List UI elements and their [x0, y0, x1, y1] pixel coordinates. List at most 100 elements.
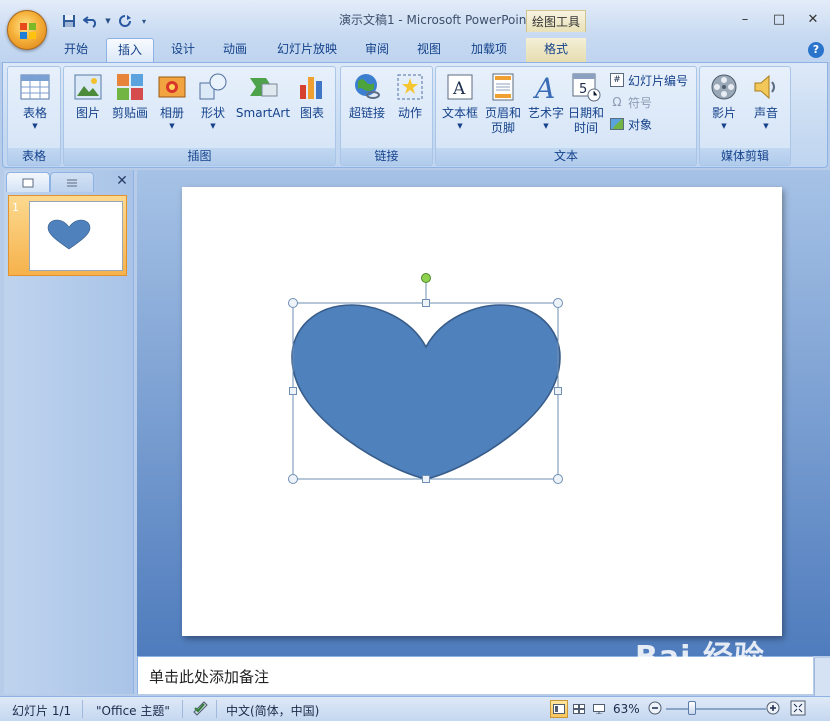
clipart-button[interactable]: 剪贴画 [108, 71, 152, 121]
slide-thumbnail-number: 1 [12, 201, 19, 214]
object-icon [610, 118, 624, 130]
datetime-button[interactable]: 5 日期和时间 [568, 71, 604, 136]
film-reel-icon [708, 71, 740, 103]
textbox-label: 文本框 [441, 106, 478, 120]
status-divider [216, 700, 217, 718]
action-button[interactable]: 动作 [391, 71, 429, 121]
resize-handle-bottom-right[interactable] [553, 474, 563, 484]
zoom-in-icon[interactable] [766, 701, 780, 718]
zoom-slider-track[interactable] [666, 708, 766, 710]
normal-view-icon [553, 704, 565, 714]
help-icon[interactable]: ? [808, 42, 824, 58]
action-icon [394, 71, 426, 103]
tab-animation[interactable]: 动画 [212, 38, 258, 62]
smartart-icon [247, 71, 279, 103]
ribbon-tabs: 开始 插入 设计 动画 幻灯片放映 审阅 视图 加载项 格式 [0, 38, 830, 62]
header-footer-button[interactable]: 页眉和页脚 [482, 71, 524, 136]
resize-handle-bottom[interactable] [422, 475, 430, 483]
slide-canvas[interactable] [182, 187, 782, 636]
close-panel-icon[interactable]: ✕ [114, 173, 130, 189]
resize-handle-top[interactable] [422, 299, 430, 307]
chart-label: 图表 [299, 106, 324, 120]
smartart-button[interactable]: SmartArt [234, 71, 292, 121]
group-label-illustrations: 插图 [64, 148, 335, 165]
maximize-button[interactable]: □ [762, 8, 796, 30]
album-button[interactable]: 相册 ▼ [154, 71, 190, 131]
symbol-button[interactable]: Ω 符号 [610, 93, 652, 111]
dropdown-arrow-icon: ▼ [32, 122, 38, 130]
shapes-button[interactable]: 形状 ▼ [194, 71, 232, 131]
slide-number-button[interactable]: # 幻灯片编号 [610, 71, 688, 89]
language[interactable]: 中文(简体，中国) [226, 702, 319, 719]
baidu-jingyan-watermark: Bai 经验 [635, 640, 765, 675]
picture-button[interactable]: 图片 [70, 71, 106, 121]
tab-format[interactable]: 格式 [526, 38, 586, 62]
resize-handle-top-right[interactable] [553, 298, 563, 308]
textbox-icon: A [444, 71, 476, 103]
minimize-button[interactable]: – [728, 8, 762, 30]
tab-design[interactable]: 设计 [160, 38, 206, 62]
tab-review[interactable]: 审阅 [354, 38, 400, 62]
heart-shape[interactable] [291, 304, 561, 480]
hyperlink-label: 超链接 [348, 106, 385, 120]
drawing-tools-context-label: 绘图工具 [526, 10, 586, 32]
album-label: 相册 [159, 106, 184, 120]
notes-scrollbar[interactable] [814, 658, 830, 696]
dropdown-arrow-icon: ▼ [721, 122, 727, 130]
svg-text:A: A [532, 72, 555, 102]
table-icon [19, 71, 51, 103]
watermark-url: jingyan.baidu.com [660, 676, 762, 689]
hyperlink-button[interactable]: 超链接 [345, 71, 389, 121]
zoom-out-icon[interactable] [648, 701, 662, 718]
movie-button[interactable]: 影片 ▼ [704, 71, 744, 131]
office-button[interactable] [7, 10, 47, 50]
clipart-icon [114, 71, 146, 103]
normal-view-button[interactable] [550, 700, 568, 718]
group-label-table: 表格 [8, 148, 60, 165]
clipart-label: 剪贴画 [111, 106, 148, 120]
close-button[interactable]: ✕ [796, 8, 830, 30]
slide-number-icon: # [610, 73, 624, 87]
slideshow-icon [593, 704, 605, 714]
rotate-handle[interactable] [421, 273, 431, 283]
resize-handle-bottom-left[interactable] [288, 474, 298, 484]
slides-tab[interactable] [6, 172, 50, 192]
theme-name: "Office 主题" [96, 704, 170, 718]
hyperlink-icon [351, 71, 383, 103]
wordart-label: 艺术字 [527, 106, 564, 120]
chart-button[interactable]: 图表 [294, 71, 330, 121]
resize-handle-top-left[interactable] [288, 298, 298, 308]
slide-count: 幻灯片 1/1 [12, 704, 72, 718]
tab-slideshow[interactable]: 幻灯片放映 [266, 38, 348, 62]
slideshow-view-button[interactable] [590, 700, 608, 718]
object-button[interactable]: 对象 [610, 115, 652, 133]
tab-home[interactable]: 开始 [52, 38, 100, 62]
group-label-text: 文本 [436, 148, 696, 165]
resize-handle-left[interactable] [289, 387, 297, 395]
tab-addins[interactable]: 加载项 [460, 38, 518, 62]
tab-insert[interactable]: 插入 [106, 38, 154, 62]
group-media: 影片 ▼ 声音 ▼ 媒体剪辑 [699, 66, 791, 166]
picture-label: 图片 [75, 106, 100, 120]
wordart-button[interactable]: A 艺术字 ▼ [526, 71, 566, 131]
spell-check-icon[interactable] [192, 700, 210, 719]
resize-handle-right[interactable] [554, 387, 562, 395]
speaker-icon [750, 71, 782, 103]
table-button[interactable]: 表格 ▼ [14, 71, 56, 131]
action-label: 动作 [397, 106, 422, 120]
dropdown-arrow-icon: ▼ [169, 122, 175, 130]
outline-tab[interactable] [50, 172, 94, 192]
fit-to-window-icon[interactable] [790, 700, 806, 719]
office-logo-icon [20, 23, 36, 39]
slide-thumbnail[interactable]: 1 [8, 195, 127, 276]
photo-album-icon [156, 71, 188, 103]
zoom-level[interactable]: 63% [613, 702, 640, 716]
ribbon: 表格 ▼ 表格 图片 剪贴画 相册 ▼ 形状 ▼ SmartArt 图表 插图 … [2, 62, 828, 168]
zoom-slider-thumb[interactable] [688, 701, 696, 715]
slide-sorter-button[interactable] [570, 700, 588, 718]
sound-button[interactable]: 声音 ▼ [746, 71, 786, 131]
tab-view[interactable]: 视图 [406, 38, 452, 62]
textbox-button[interactable]: A 文本框 ▼ [440, 71, 480, 131]
sound-label: 声音 [753, 106, 778, 120]
symbol-label: 符号 [628, 95, 653, 110]
